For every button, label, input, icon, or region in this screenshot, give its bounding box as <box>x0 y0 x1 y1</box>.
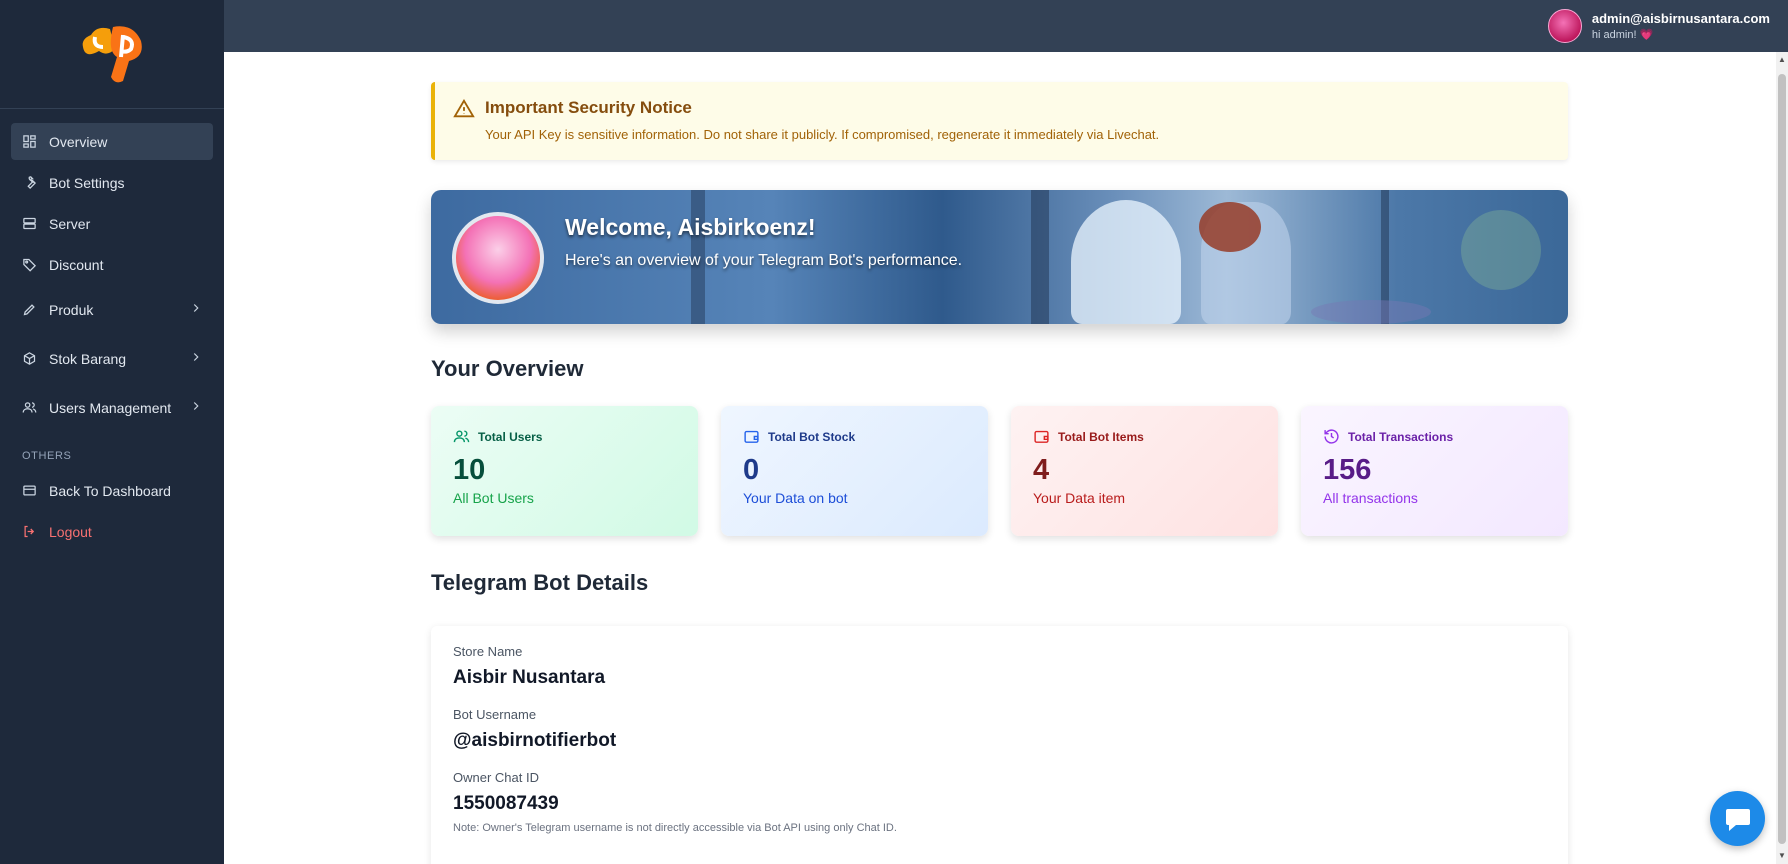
banner-character-hair <box>1199 202 1261 252</box>
stat-label: Total Bot Items <box>1058 429 1144 444</box>
stat-subtitle: All transactions <box>1323 490 1418 506</box>
sidebar-item-back-to-dashboard[interactable]: Back To Dashboard <box>11 472 213 509</box>
user-greeting: hi admin! 💗 <box>1591 29 1654 41</box>
sidebar-item-label: Produk <box>49 301 94 318</box>
field-label: Bot Username <box>453 707 537 722</box>
sidebar-item-label: Back To Dashboard <box>49 482 171 499</box>
stat-value: 4 <box>1033 454 1050 486</box>
banner-title: Welcome, Aisbirkoenz! <box>565 214 816 240</box>
stat-subtitle: Your Data item <box>1033 490 1126 506</box>
bot-username-value: @aisbirnotifierbot <box>453 730 617 751</box>
sidebar-item-users-management[interactable]: Users Management <box>11 385 213 430</box>
banner-character <box>1071 200 1181 324</box>
sidebar-item-produk[interactable]: Produk <box>11 287 213 332</box>
sidebar-item-label: Users Management <box>49 399 172 416</box>
stat-subtitle: Your Data on bot <box>743 490 848 506</box>
notice-title: Important Security Notice <box>485 98 692 117</box>
server-icon <box>21 216 37 232</box>
field-label: Owner Chat ID <box>453 770 539 785</box>
banner-decoration <box>1031 190 1049 324</box>
sidebar-item-overview[interactable]: Overview <box>11 123 213 160</box>
wallet-icon <box>744 430 759 443</box>
sidebar-item-label: Overview <box>49 133 108 150</box>
stat-card-total-bot-stock: Total Bot Stock 0 Your Data on bot <box>721 406 988 536</box>
bot-avatar <box>452 212 544 304</box>
main-content: Important Security Notice Your API Key i… <box>224 52 1776 864</box>
sidebar-item-stok-barang[interactable]: Stok Barang <box>11 336 213 381</box>
stat-card-total-bot-items: Total Bot Items 4 Your Data item <box>1011 406 1278 536</box>
history-icon <box>1324 429 1339 444</box>
sidebar-item-label: Bot Settings <box>49 174 125 191</box>
sidebar-item-label: Stok Barang <box>49 350 127 367</box>
pencil-icon <box>21 302 37 318</box>
wallet-icon <box>1034 430 1049 443</box>
stat-label: Total Bot Stock <box>768 429 856 444</box>
store-name-value: Aisbir Nusantara <box>453 667 606 688</box>
banner-coral <box>1311 300 1431 324</box>
user-menu[interactable]: admin@aisbirnusantara.com hi admin! 💗 <box>1547 9 1770 43</box>
sidebar-item-server[interactable]: Server <box>11 205 213 242</box>
sidebar-item-label: Logout <box>49 523 92 540</box>
stat-card-total-users: Total Users 10 All Bot Users <box>431 406 698 536</box>
sidebar-item-discount[interactable]: Discount <box>11 246 213 283</box>
stat-value: 0 <box>743 454 760 486</box>
sidebar: Overview Bot Settings Server Discount Pr… <box>0 0 224 864</box>
livechat-button[interactable] <box>1710 791 1765 846</box>
user-email: admin@aisbirnusantara.com <box>1591 11 1770 26</box>
box-icon <box>21 351 37 367</box>
scrollbar-thumb[interactable] <box>1778 74 1786 844</box>
stat-label: Total Users <box>478 429 543 444</box>
stat-value: 156 <box>1323 454 1372 486</box>
overview-title: Your Overview <box>431 356 584 381</box>
tag-icon <box>21 257 37 273</box>
chevron-right-icon <box>189 350 203 367</box>
chat-bubble-icon <box>1725 808 1750 831</box>
field-label: Store Name <box>453 644 523 659</box>
chevron-right-icon <box>189 301 203 318</box>
content-container: Important Security Notice Your API Key i… <box>431 82 1568 864</box>
notice-message: Your API Key is sensitive information. D… <box>485 127 1160 142</box>
sidebar-item-label: Discount <box>49 256 104 273</box>
sidebar-section-label: OTHERS <box>22 450 72 462</box>
brand-logo[interactable] <box>77 21 147 87</box>
banner-plant <box>1461 210 1541 290</box>
grid-icon <box>21 134 37 150</box>
stat-label: Total Transactions <box>1348 429 1454 444</box>
stats-grid: Total Users 10 All Bot Users Total Bot S… <box>431 406 1568 536</box>
security-notice: Important Security Notice Your API Key i… <box>431 82 1568 160</box>
welcome-banner: Welcome, Aisbirkoenz! Here's an overview… <box>431 190 1568 324</box>
sidebar-item-logout[interactable]: Logout <box>11 513 213 550</box>
banner-subtitle: Here's an overview of your Telegram Bot'… <box>565 252 963 269</box>
logo-area <box>0 0 224 109</box>
card-icon <box>21 483 37 499</box>
stat-card-total-transactions: Total Transactions 156 All transactions <box>1301 406 1568 536</box>
warning-icon <box>453 98 475 144</box>
sidebar-item-label: Server <box>49 215 91 232</box>
bot-details-card: Store Name Aisbir Nusantara Bot Username… <box>431 626 1568 864</box>
owner-chat-id-value: 1550087439 <box>453 793 559 814</box>
page-scrollbar[interactable]: ▲ ▼ <box>1776 52 1788 864</box>
sidebar-item-bot-settings[interactable]: Bot Settings <box>11 164 213 201</box>
users-icon <box>453 430 470 443</box>
owner-chat-note: Note: Owner's Telegram username is not d… <box>453 822 897 834</box>
avatar[interactable] <box>1547 9 1582 43</box>
scroll-up-arrow[interactable]: ▲ <box>1778 56 1786 64</box>
sidebar-nav: Overview Bot Settings Server Discount Pr… <box>0 109 224 550</box>
scroll-down-arrow[interactable]: ▼ <box>1778 852 1786 860</box>
store-name-field: Store Name Aisbir Nusantara <box>453 644 1546 689</box>
bot-username-field: Bot Username @aisbirnotifierbot <box>453 707 1546 752</box>
stat-subtitle: All Bot Users <box>453 490 534 506</box>
bot-details-title: Telegram Bot Details <box>431 570 649 595</box>
logout-icon <box>21 524 37 540</box>
stat-value: 10 <box>453 454 486 486</box>
users-icon <box>21 400 37 416</box>
topbar: admin@aisbirnusantara.com hi admin! 💗 <box>224 0 1788 52</box>
wrench-icon <box>21 175 37 191</box>
chevron-right-icon <box>189 399 203 416</box>
owner-chat-id-field: Owner Chat ID 1550087439 Note: Owner's T… <box>453 770 1546 834</box>
